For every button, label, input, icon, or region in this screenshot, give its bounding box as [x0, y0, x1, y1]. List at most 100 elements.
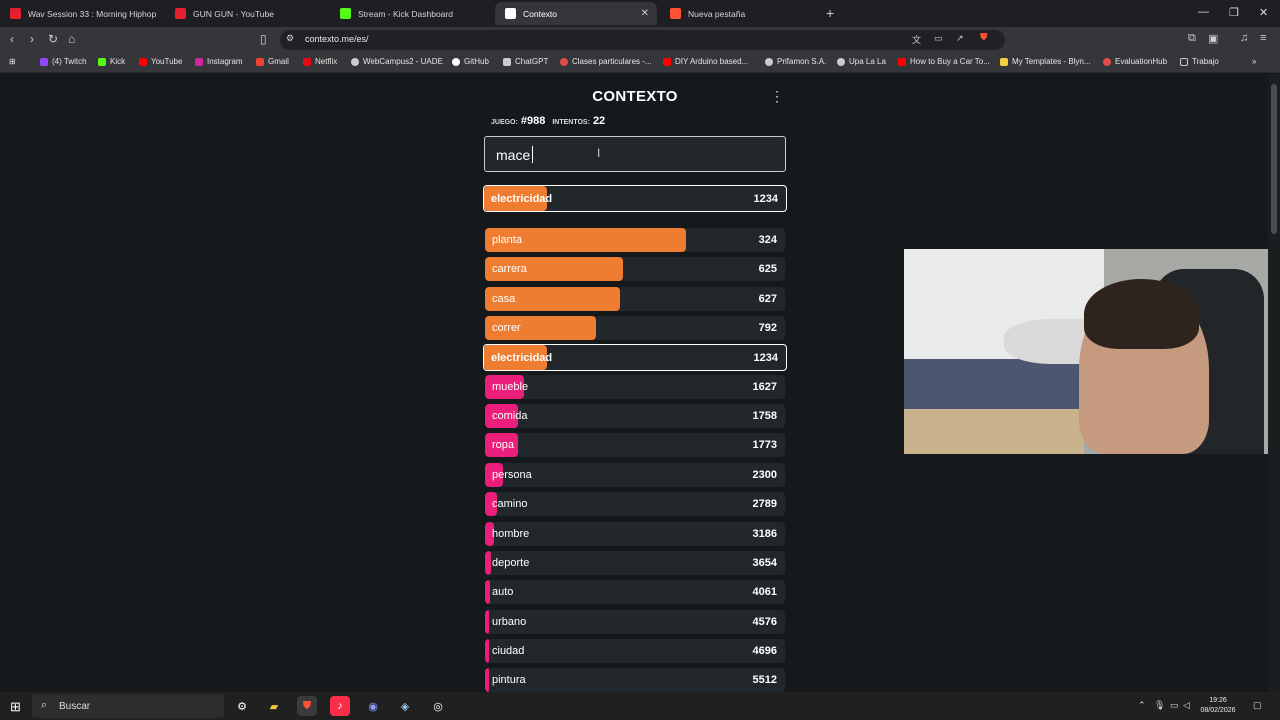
guess-rank: 625	[758, 263, 777, 276]
bookmark-label: Upa La La	[849, 57, 886, 66]
microphone-icon[interactable]: 🎙	[1154, 700, 1165, 711]
attempts-label: INTENTOS:	[552, 119, 590, 126]
volume-icon[interactable]: ◁	[1183, 700, 1190, 711]
bookmark-label: WebCampus2 - UADE	[363, 57, 443, 66]
guess-rank: 4576	[752, 615, 777, 628]
brave-browser-icon[interactable]: ⛊	[297, 696, 317, 716]
bookmark-netflix[interactable]: Netflix	[303, 57, 337, 66]
bookmark-gmail[interactable]: Gmail	[256, 57, 289, 66]
bookmark-prifamon[interactable]: Prifamon S.A.	[765, 57, 826, 66]
tab-nueva-pestana[interactable]: Nueva pestaña	[660, 2, 820, 25]
bookmark-label: Netflix	[315, 57, 338, 66]
steam-icon[interactable]: ◈	[395, 696, 415, 716]
bookmark-github[interactable]: GitHub	[452, 57, 489, 66]
menu-icon[interactable]: ≡	[1260, 32, 1266, 44]
obs-icon[interactable]: ◎	[428, 696, 448, 716]
brave-shields-icon[interactable]: ⛊	[980, 32, 988, 43]
more-bookmarks-icon[interactable]: »	[1252, 57, 1256, 66]
last-guess-row: electricidad 1234	[483, 185, 787, 212]
bookmark-twitch[interactable]: (4) Twitch	[40, 57, 87, 66]
guess-proximity-bar	[485, 668, 489, 693]
maximize-icon[interactable]: ❐	[1229, 6, 1239, 19]
page-scrollbar[interactable]	[1268, 74, 1280, 691]
youtube-icon	[663, 57, 671, 66]
discord-icon[interactable]: ◉	[363, 696, 383, 716]
bookmark-chatgpt[interactable]: ChatGPT	[503, 57, 548, 66]
tab-contexto[interactable]: Contexto ✕	[495, 2, 657, 25]
address-toolbar: ‹ › ↻ ⌂ ▯ ⚙ contexto.me/es/ 文 ▭ ↗ ⛊ ⧉ ▣ …	[0, 27, 1280, 53]
last-guess-rank: 1234	[753, 193, 778, 205]
taskbar-search[interactable]: ⌕ Buscar	[32, 694, 224, 718]
guess-row: comida 1758	[485, 404, 785, 429]
taskbar-clock[interactable]: 19:26 08/02/2026	[1196, 696, 1240, 716]
close-window-icon[interactable]: ✕	[1259, 6, 1268, 19]
bookmark-instagram[interactable]: Instagram	[195, 57, 243, 66]
forward-icon[interactable]: ›	[30, 32, 34, 46]
tab-kick-dashboard[interactable]: Stream - Kick Dashboard	[330, 2, 490, 25]
bookmark-label: YouTube	[151, 57, 183, 66]
guess-rank: 2300	[752, 468, 777, 481]
apps-icon[interactable]: ⊞	[9, 57, 16, 66]
reload-icon[interactable]: ↻	[48, 32, 58, 46]
extensions-icon[interactable]: ⧉	[1188, 32, 1196, 45]
chatgpt-icon	[503, 57, 511, 66]
back-icon[interactable]: ‹	[10, 32, 14, 46]
sidebar-icon[interactable]: ▣	[1208, 32, 1218, 45]
guess-proximity-bar	[485, 550, 491, 575]
twitch-icon	[40, 57, 48, 66]
tab-gun-gun[interactable]: GUN GUN - YouTube	[165, 2, 325, 25]
bookmarks-bar: ⊞ (4) Twitch Kick YouTube Instagram Gmai…	[0, 53, 1280, 73]
guess-word: deporte	[492, 556, 530, 569]
guess-rank: 2789	[752, 498, 777, 511]
guess-row: persona 2300	[485, 462, 785, 487]
guess-row: urbano 4576	[485, 609, 785, 634]
bookmark-kick[interactable]: Kick	[98, 57, 125, 66]
globe-icon	[351, 57, 359, 66]
home-icon[interactable]: ⌂	[68, 32, 75, 46]
translate-icon[interactable]: 文	[912, 33, 921, 46]
bookmark-evaluationhub[interactable]: EvaluationHub	[1103, 57, 1167, 66]
minimize-icon[interactable]: —	[1198, 6, 1209, 18]
github-icon	[452, 57, 460, 66]
bookmark-youtube[interactable]: YouTube	[139, 57, 182, 66]
bookmark-templates[interactable]: My Templates - Blyn...	[1000, 57, 1091, 66]
bookmark-folder-trabajo[interactable]: Trabajo	[1180, 57, 1219, 66]
close-tab-icon[interactable]: ✕	[641, 8, 649, 19]
settings-icon[interactable]: ⚙	[232, 696, 252, 716]
tray-overflow-icon[interactable]: ⌃	[1138, 700, 1146, 711]
guess-word: urbano	[492, 615, 527, 628]
game-number: #988	[520, 115, 546, 127]
media-icon[interactable]: ♫	[1240, 32, 1248, 44]
netflix-icon	[303, 57, 311, 66]
tab-title: Nueva pestaña	[688, 8, 746, 19]
cast-icon[interactable]: ▭	[934, 33, 943, 44]
youtube-icon	[898, 57, 906, 66]
bookmark-webcampus[interactable]: WebCampus2 - UADE	[351, 57, 443, 66]
scrollbar-thumb[interactable]	[1271, 84, 1277, 234]
more-options-icon[interactable]: ⋮	[770, 88, 784, 105]
guess-input[interactable]: mace	[484, 136, 786, 172]
windows-start-icon[interactable]: ⊞	[10, 699, 21, 715]
bookmark-label: DIY Arduino based...	[675, 57, 749, 66]
bookmark-arduino[interactable]: DIY Arduino based...	[663, 57, 748, 66]
new-tab-button[interactable]: +	[826, 5, 834, 21]
site-info-icon[interactable]: ⚙	[286, 33, 294, 44]
game-label: JUEGO:	[491, 119, 518, 126]
guess-row: casa 627	[485, 286, 785, 311]
network-icon[interactable]: ▭	[1170, 700, 1179, 711]
notifications-icon[interactable]: ▢	[1253, 700, 1262, 711]
bookmark-label: Trabajo	[1192, 57, 1219, 66]
bookmark-upalala[interactable]: Upa La La	[837, 57, 886, 66]
game-stats: JUEGO: #988 INTENTOS: 22	[491, 115, 612, 127]
bookmark-buy-car[interactable]: How to Buy a Car To...	[898, 57, 990, 66]
share-icon[interactable]: ↗	[956, 33, 964, 44]
music-app-icon[interactable]: ♪	[330, 696, 350, 716]
tab-wav-session[interactable]: Wav Session 33 : Morning Hiphop	[0, 2, 160, 25]
bookmark-icon[interactable]: ▯	[260, 32, 267, 46]
file-explorer-icon[interactable]: ▰	[264, 696, 284, 716]
guess-rank: 1234	[753, 351, 778, 364]
contexto-icon	[505, 8, 516, 19]
url-field[interactable]: ⚙ contexto.me/es/ 文 ▭ ↗ ⛊	[280, 30, 1005, 50]
bookmark-clases[interactable]: Clases particulares -...	[560, 57, 652, 66]
kick-icon	[98, 57, 106, 66]
